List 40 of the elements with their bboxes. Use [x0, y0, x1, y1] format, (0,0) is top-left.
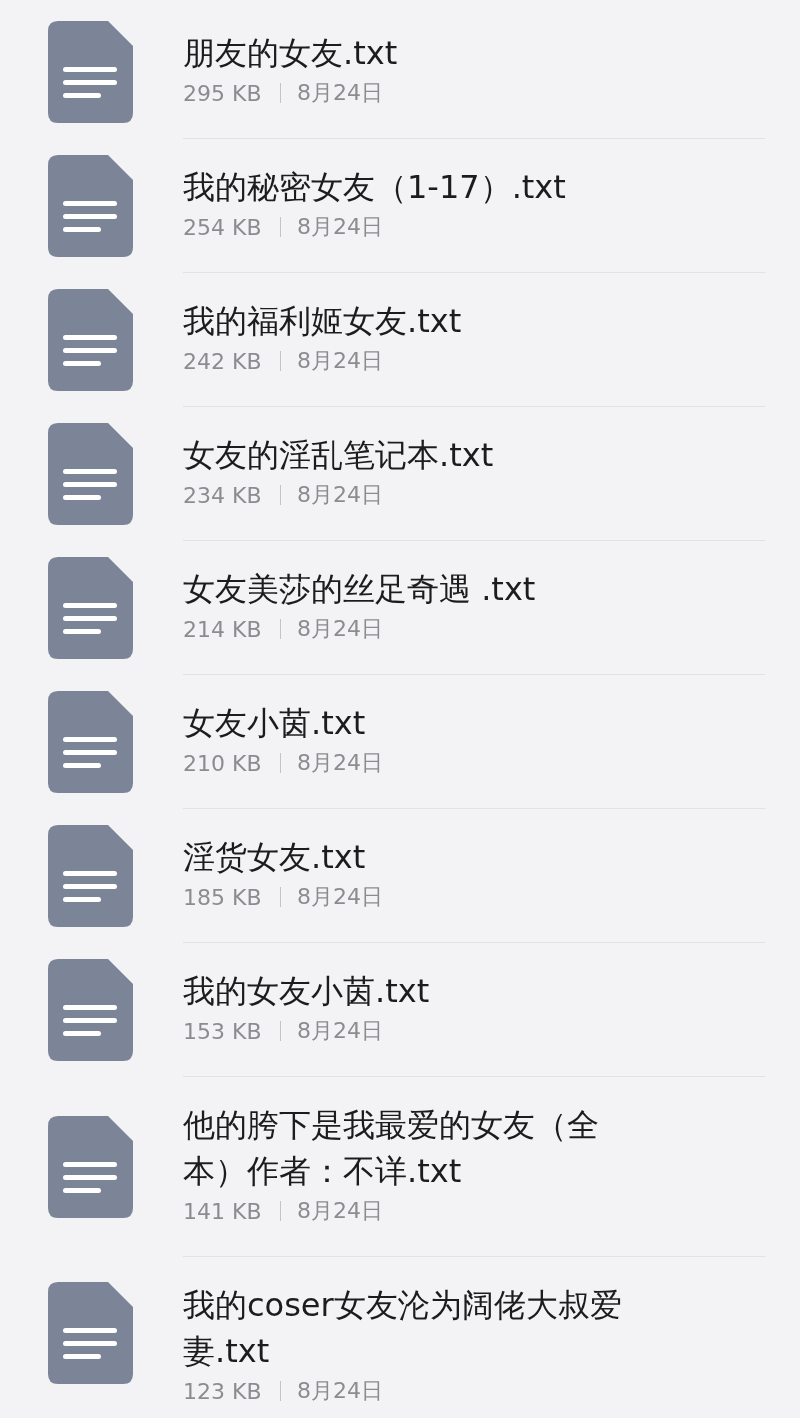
file-size: 234 KB [183, 482, 262, 508]
file-date: 8月24日 [297, 481, 383, 509]
file-size: 123 KB [183, 1378, 262, 1404]
file-date: 8月24日 [297, 1017, 383, 1045]
file-size: 141 KB [183, 1198, 262, 1224]
file-name: 女友的淫乱笔记本.txt [183, 435, 495, 476]
file-size: 210 KB [183, 750, 262, 776]
file-name: 淫货女友.txt [183, 837, 367, 878]
document-icon [48, 691, 133, 793]
file-date: 8月24日 [297, 1377, 383, 1405]
document-icon [48, 825, 133, 927]
file-date: 8月24日 [297, 883, 383, 911]
document-icon [48, 155, 133, 257]
file-name: 女友美莎的丝足奇遇 .txt [183, 569, 537, 610]
file-size: 254 KB [183, 214, 262, 240]
document-icon [48, 1116, 133, 1218]
file-date: 8月24日 [297, 347, 383, 375]
file-name: 我的女友小茵.txt [183, 971, 431, 1012]
file-name: 我的coser女友沦为阔佬大叔爱 妻.txt [183, 1285, 623, 1372]
document-icon [48, 423, 133, 525]
file-name: 我的福利姬女友.txt [183, 301, 463, 342]
file-name: 女友小茵.txt [183, 703, 367, 744]
file-size: 214 KB [183, 616, 262, 642]
file-name: 他的胯下是我最爱的女友（全 本）作者：不详.txt [183, 1105, 600, 1192]
file-date: 8月24日 [297, 213, 383, 241]
file-name: 朋友的女友.txt [183, 33, 399, 74]
file-date: 8月24日 [297, 749, 383, 777]
file-name: 我的秘密女友（1-17）.txt [183, 167, 567, 208]
document-icon [48, 557, 133, 659]
file-size: 153 KB [183, 1018, 262, 1044]
document-icon [48, 21, 133, 123]
file-date: 8月24日 [297, 615, 383, 643]
document-icon [48, 959, 133, 1061]
file-date: 8月24日 [297, 79, 383, 107]
document-icon [48, 1281, 133, 1384]
file-size: 185 KB [183, 884, 262, 910]
file-size: 295 KB [183, 80, 262, 106]
document-icon [48, 289, 133, 391]
file-date: 8月24日 [297, 1197, 383, 1225]
file-size: 242 KB [183, 348, 262, 374]
